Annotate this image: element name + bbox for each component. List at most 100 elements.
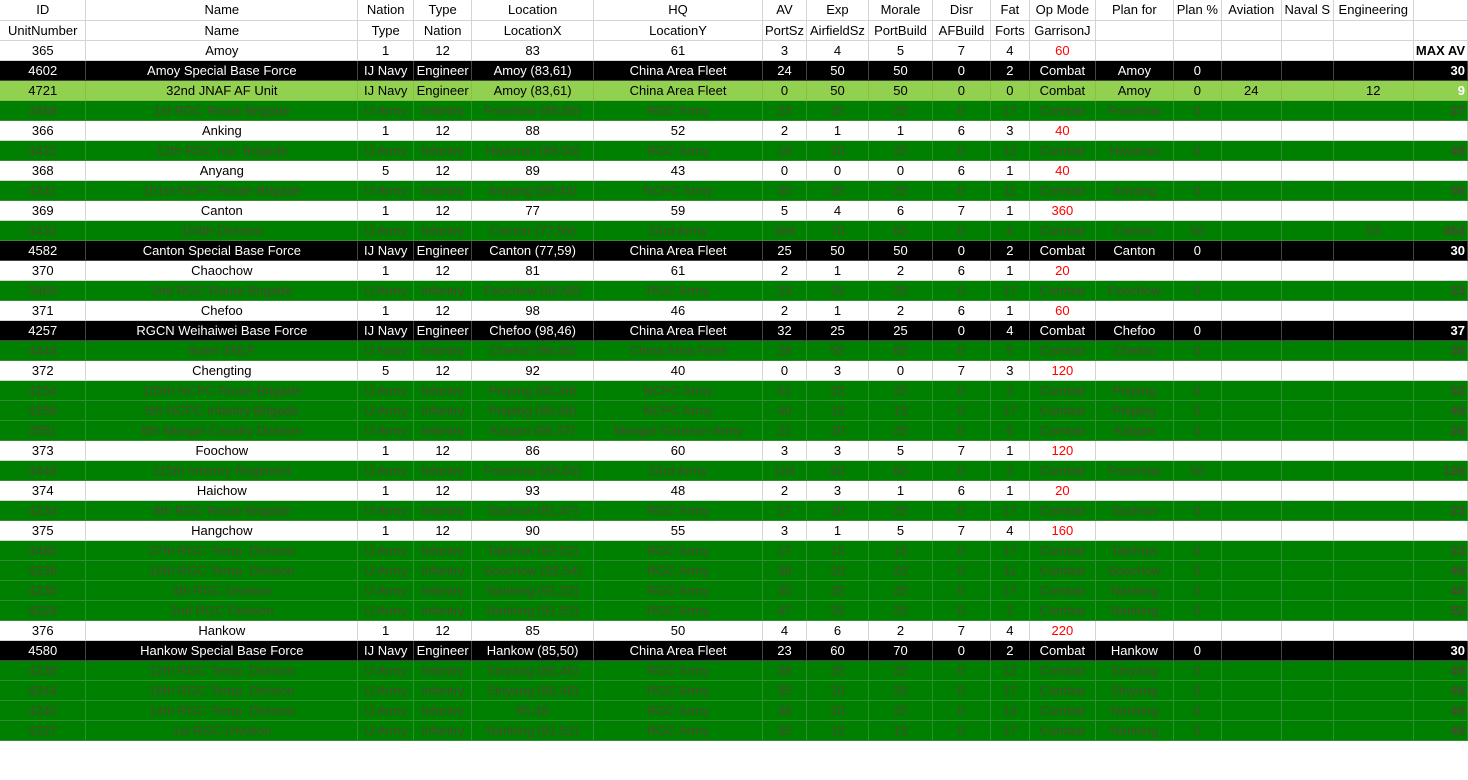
cell-plan-for[interactable] <box>1095 200 1174 221</box>
cell-av[interactable]: 51 <box>762 380 807 401</box>
cell-hq[interactable]: NCPC Army <box>593 380 763 401</box>
cell-name[interactable]: Ikaiei SNLF <box>85 340 359 361</box>
cell-id[interactable]: 369 <box>0 200 87 221</box>
cell-max-av[interactable]: MAX AV <box>1413 40 1468 61</box>
cell-av[interactable]: 28 <box>762 340 807 361</box>
cell-av[interactable]: 104 <box>762 460 807 481</box>
cell-op-mode[interactable]: GarrisonJ <box>1029 20 1096 41</box>
cell-morale[interactable]: 20 <box>868 560 933 581</box>
cell-type[interactable]: 12 <box>413 260 473 281</box>
cell-max-av[interactable]: 49 <box>1413 400 1468 421</box>
cell-type[interactable]: 12 <box>413 160 473 181</box>
cell-fat[interactable]: 3 <box>990 360 1030 381</box>
cell-av[interactable]: 47 <box>762 600 807 621</box>
cell-plan-pct[interactable]: 50 <box>1173 460 1222 481</box>
cell-morale[interactable]: 50 <box>868 240 933 261</box>
cell-hq[interactable]: RGC Army <box>593 280 763 301</box>
cell-nation[interactable]: IJ Army <box>357 100 415 121</box>
cell-hq[interactable]: 40 <box>593 360 763 381</box>
cell-nation[interactable]: 1 <box>357 120 415 141</box>
cell-engineering[interactable] <box>1333 60 1414 81</box>
cell-name[interactable]: 10th RGC Temp. Division <box>85 560 359 581</box>
cell-engineering[interactable] <box>1333 360 1414 381</box>
cell-max-av[interactable] <box>1413 120 1468 141</box>
cell-engineering[interactable] <box>1333 420 1414 441</box>
cell-max-av[interactable]: 50 <box>1413 180 1468 201</box>
cell-location[interactable]: 90 <box>471 520 595 541</box>
cell-aviation[interactable] <box>1221 220 1282 241</box>
cell-name[interactable]: Canton Special Base Force <box>85 240 359 261</box>
cell-type[interactable]: Type <box>413 0 473 21</box>
cell-morale[interactable]: 25 <box>868 380 933 401</box>
cell-type[interactable]: Infantry <box>413 680 473 701</box>
cell-plan-pct[interactable] <box>1173 480 1222 501</box>
cell-av[interactable]: 19 <box>762 140 807 161</box>
cell-nation[interactable]: IJ Army <box>357 380 415 401</box>
cell-op-mode[interactable]: Combat <box>1029 720 1096 741</box>
cell-av[interactable]: 40 <box>762 400 807 421</box>
cell-disr[interactable]: 7 <box>932 440 991 461</box>
cell-name[interactable]: Chefoo <box>85 300 359 321</box>
cell-op-mode[interactable]: 20 <box>1029 480 1096 501</box>
cell-hq[interactable]: 48 <box>593 480 763 501</box>
cell-exp[interactable]: 25 <box>806 100 869 121</box>
cell-exp[interactable]: 50 <box>806 240 869 261</box>
cell-fat[interactable]: 2 <box>990 460 1030 481</box>
cell-naval-s[interactable] <box>1281 520 1334 541</box>
cell-engineering[interactable] <box>1333 120 1414 141</box>
cell-plan-pct[interactable]: 0 <box>1173 180 1222 201</box>
cell-plan-for[interactable]: Sinyang <box>1095 660 1174 681</box>
cell-id[interactable]: 4227 <box>0 720 87 741</box>
cell-location[interactable]: Amoy (83,61) <box>471 60 595 81</box>
cell-max-av[interactable]: 48 <box>1413 720 1468 741</box>
cell-name[interactable]: Chengting <box>85 360 359 381</box>
cell-exp[interactable]: 3 <box>806 360 869 381</box>
cell-exp[interactable]: 6 <box>806 620 869 641</box>
cell-plan-pct[interactable]: 0 <box>1173 680 1222 701</box>
cell-aviation[interactable] <box>1221 560 1282 581</box>
cell-nation[interactable]: 1 <box>357 200 415 221</box>
cell-morale[interactable]: 50 <box>868 80 933 101</box>
cell-location[interactable]: Peiping (95,39) <box>471 380 595 401</box>
cell-op-mode[interactable]: Combat <box>1029 280 1096 301</box>
cell-aviation[interactable] <box>1221 60 1282 81</box>
cell-fat[interactable]: 17 <box>990 540 1030 561</box>
cell-disr[interactable]: 0 <box>932 140 991 161</box>
cell-type[interactable]: 12 <box>413 480 473 501</box>
cell-op-mode[interactable]: 360 <box>1029 200 1096 221</box>
cell-plan-for[interactable] <box>1095 520 1174 541</box>
cell-name[interactable]: 14th RGC Temp. Division <box>85 700 359 721</box>
cell-aviation[interactable] <box>1221 20 1282 41</box>
cell-hq[interactable]: 52 <box>593 120 763 141</box>
cell-naval-s[interactable] <box>1281 660 1334 681</box>
cell-plan-pct[interactable] <box>1173 20 1222 41</box>
cell-morale[interactable]: 15 <box>868 540 933 561</box>
cell-aviation[interactable] <box>1221 40 1282 61</box>
cell-av[interactable]: 3 <box>762 40 807 61</box>
cell-naval-s[interactable] <box>1281 100 1334 121</box>
cell-av[interactable]: 23 <box>762 640 807 661</box>
cell-name[interactable]: Foochow <box>85 440 359 461</box>
cell-exp[interactable]: 20 <box>806 680 869 701</box>
cell-aviation[interactable] <box>1221 320 1282 341</box>
cell-id[interactable]: 4230 <box>0 580 87 601</box>
cell-name[interactable]: 101st NCPC Route Brigade <box>85 180 359 201</box>
cell-fat[interactable]: 17 <box>990 580 1030 601</box>
cell-nation[interactable]: IJ Army <box>357 720 415 741</box>
cell-fat[interactable]: 1 <box>990 480 1030 501</box>
cell-name[interactable]: 2nd RGC Route Brigade <box>85 280 359 301</box>
cell-nation[interactable]: IJ Army <box>357 280 415 301</box>
cell-type[interactable]: Infantry <box>413 500 473 521</box>
cell-morale[interactable]: 0 <box>868 160 933 181</box>
cell-disr[interactable]: 6 <box>932 480 991 501</box>
cell-plan-for[interactable]: Chefoo <box>1095 320 1174 341</box>
cell-morale[interactable]: 25 <box>868 100 933 121</box>
cell-engineering[interactable] <box>1333 680 1414 701</box>
cell-location[interactable]: Sinyang (86,48) <box>471 660 595 681</box>
cell-naval-s[interactable] <box>1281 480 1334 501</box>
cell-naval-s[interactable] <box>1281 440 1334 461</box>
cell-fat[interactable]: 2 <box>990 640 1030 661</box>
cell-type[interactable]: Infantry <box>413 400 473 421</box>
cell-plan-for[interactable]: Taichow <box>1095 540 1174 561</box>
cell-op-mode[interactable]: Op Mode <box>1029 0 1096 21</box>
